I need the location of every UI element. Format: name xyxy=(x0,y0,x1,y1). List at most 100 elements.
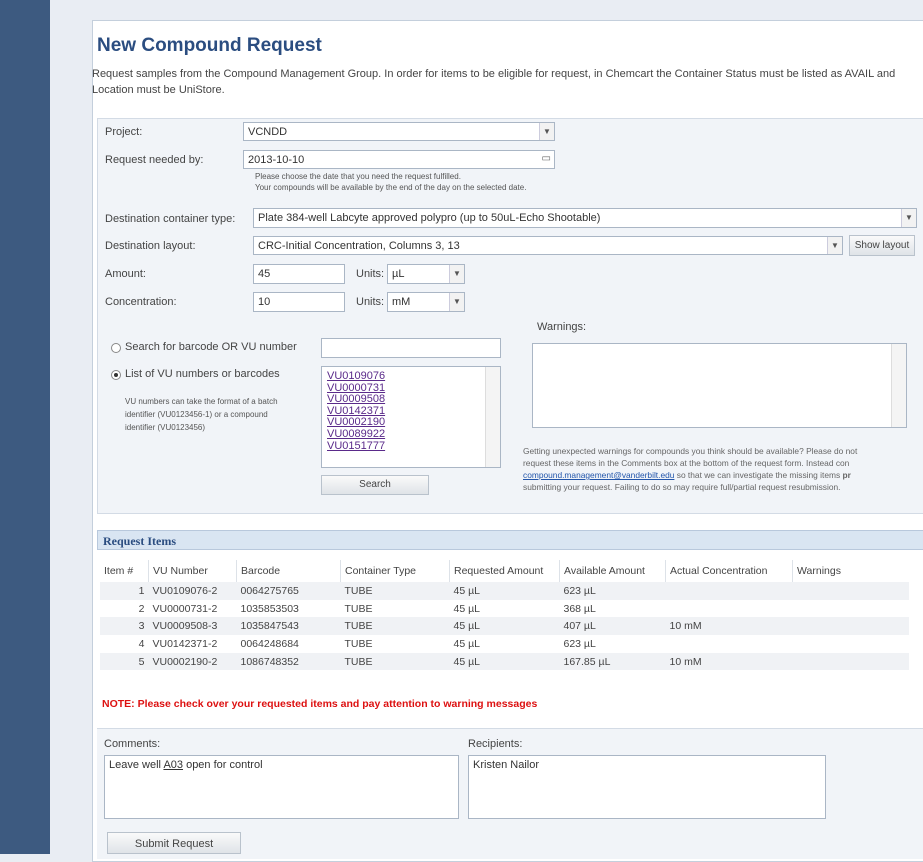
warnings-note-3-rest: so that we can investigate the missing i… xyxy=(674,470,843,480)
recipients-value: Kristen Nailor xyxy=(473,759,540,771)
amount-label: Amount: xyxy=(105,268,146,280)
project-value: VCNDD xyxy=(248,126,288,138)
project-select[interactable]: VCNDD ▼ xyxy=(243,122,555,141)
comments-textarea[interactable]: Leave well A03 open for control xyxy=(104,755,459,819)
submit-request-button[interactable]: Submit Request xyxy=(107,832,241,854)
recipients-label: Recipients: xyxy=(468,738,523,750)
cell-vu-number: VU0000731-2 xyxy=(152,602,218,615)
col-actual-concentration: Actual Concentration xyxy=(665,560,793,582)
warnings-note-4: submitting your request. Failing to do s… xyxy=(523,482,841,492)
barcode-search-input[interactable] xyxy=(321,338,501,358)
list-vu-label: List of VU numbers or barcodes xyxy=(125,368,280,380)
amount-units-label: Units: xyxy=(356,268,385,280)
warnings-scrollbar[interactable] xyxy=(891,344,906,427)
dest-type-label: Destination container type: xyxy=(105,213,236,225)
cell-available-amount: 623 µL xyxy=(559,582,666,600)
needed-by-date-input[interactable]: 2013-10-10 ▭ xyxy=(243,150,555,169)
vu-list-scrollbar[interactable] xyxy=(485,367,500,467)
recipients-textarea[interactable]: Kristen Nailor xyxy=(468,755,826,819)
warning-note: NOTE: Please check over your requested i… xyxy=(102,698,538,710)
chevron-down-icon: ▼ xyxy=(827,237,842,254)
cell-container-type: TUBE xyxy=(340,582,450,600)
request-items-title: Request Items xyxy=(103,534,176,548)
table-row: 5 VU0002190-2 1086748352 TUBE 45 µL 167.… xyxy=(100,652,909,671)
conc-units-select[interactable]: mM ▼ xyxy=(387,292,465,312)
col-warnings: Warnings xyxy=(797,565,841,577)
search-button[interactable]: Search xyxy=(321,475,429,495)
table-row: 2 VU0000731-2 1035853503 TUBE 45 µL 368 … xyxy=(100,600,909,618)
dest-layout-select[interactable]: CRC-Initial Concentration, Columns 3, 13… xyxy=(253,236,843,255)
cell-barcode: 0064248684 xyxy=(240,637,299,650)
cell-vu-number: VU0109076-2 xyxy=(148,582,237,600)
cell-available-amount: 167.85 µL xyxy=(559,652,666,671)
cell-item-num: 3 xyxy=(100,617,149,636)
comments-text-post: open for control xyxy=(183,759,263,771)
cell-requested-amount: 45 µL xyxy=(453,602,481,615)
cell-available-amount: 407 µL xyxy=(559,617,666,636)
concentration-label: Concentration: xyxy=(105,296,177,308)
col-requested-amount: Requested Amount xyxy=(449,560,560,582)
dest-type-select[interactable]: Plate 384-well Labcyte approved polypro … xyxy=(253,208,917,228)
cell-container-type: TUBE xyxy=(344,602,373,615)
cell-actual-concentration xyxy=(666,600,793,618)
table-row: 1 VU0109076-2 0064275765 TUBE 45 µL 623 … xyxy=(100,582,909,600)
cell-actual-concentration xyxy=(666,635,793,653)
cell-barcode: 1035853503 xyxy=(240,602,299,615)
list-vu-radio[interactable] xyxy=(111,370,121,380)
comments-text-well: A03 xyxy=(163,759,184,771)
cell-warnings xyxy=(793,635,910,653)
vu-list-textarea[interactable]: VU0109076 VU0000731 VU0009508 VU0142371 … xyxy=(321,366,501,468)
left-sidebar xyxy=(0,0,50,854)
show-layout-button[interactable]: Show layout xyxy=(849,235,915,256)
dest-type-value: Plate 384-well Labcyte approved polypro … xyxy=(258,212,601,224)
cm-email-link[interactable]: compound.management@vanderbilt.edu xyxy=(523,470,674,480)
intro-line-2: Location must be UniStore. xyxy=(92,84,225,96)
warnings-note-3-bold: pr xyxy=(842,470,851,480)
cell-vu-number: VU0142371-2 xyxy=(152,637,218,650)
cell-item-num: 5 xyxy=(100,652,149,671)
chevron-down-icon: ▼ xyxy=(449,293,464,311)
cell-vu-number: VU0009508-3 xyxy=(148,617,237,636)
vu-list-item: VU0109076 xyxy=(327,370,386,382)
vu-list-item: VU0151777 xyxy=(327,439,386,452)
page-title: New Compound Request xyxy=(97,35,322,56)
cell-barcode: 1035847543 xyxy=(236,617,341,636)
concentration-input[interactable]: 10 xyxy=(253,292,345,312)
search-barcode-radio[interactable] xyxy=(111,343,121,353)
intro-text: Request samples from the Compound Manage… xyxy=(92,66,923,98)
conc-units-value: mM xyxy=(392,296,411,308)
amount-input[interactable]: 45 xyxy=(253,264,345,284)
chevron-down-icon: ▼ xyxy=(539,123,554,140)
table-header-row: Item # VU Number Barcode Container Type … xyxy=(100,560,909,582)
warnings-note-2: request these items in the Comments box … xyxy=(523,458,850,468)
request-items-header: Request Items xyxy=(97,530,923,550)
warnings-note-3: compound.management@vanderbilt.edu so th… xyxy=(523,469,923,481)
search-barcode-label: Search for barcode OR VU number xyxy=(125,341,297,353)
amount-units-value: µL xyxy=(392,268,405,280)
cell-barcode: 0064275765 xyxy=(236,582,341,600)
cell-item-num: 4 xyxy=(138,637,145,650)
amount-units-select[interactable]: µL ▼ xyxy=(387,264,465,284)
conc-units-label: Units: xyxy=(356,296,385,308)
cell-item-num: 1 xyxy=(100,582,149,600)
col-available-amount: Available Amount xyxy=(559,560,666,582)
needed-by-help-2: Your compounds will be available by the … xyxy=(255,183,527,192)
vu-help-1: VU numbers can take the format of a batc… xyxy=(125,397,278,406)
cell-container-type: TUBE xyxy=(340,617,450,636)
cell-actual-concentration xyxy=(665,582,793,600)
warnings-note: Getting unexpected warnings for compound… xyxy=(523,445,923,493)
chevron-down-icon: ▼ xyxy=(901,209,916,227)
vu-help-3: identifier (VU0123456) xyxy=(125,423,206,432)
table-row: 3 VU0009508-3 1035847543 TUBE 45 µL 407 … xyxy=(100,617,909,636)
warnings-textarea[interactable] xyxy=(532,343,907,428)
comments-text-pre: Leave well xyxy=(109,759,164,771)
comments-label: Comments: xyxy=(104,738,161,750)
needed-by-value: 2013-10-10 xyxy=(248,154,305,166)
col-container-type: Container Type xyxy=(340,560,450,582)
calendar-icon[interactable]: ▭ xyxy=(542,153,551,164)
project-label: Project: xyxy=(105,126,143,138)
chevron-down-icon: ▼ xyxy=(449,265,464,283)
cell-container-type: TUBE xyxy=(340,652,450,671)
cell-container-type: TUBE xyxy=(344,637,373,650)
cell-actual-concentration: 10 mM xyxy=(665,652,793,671)
